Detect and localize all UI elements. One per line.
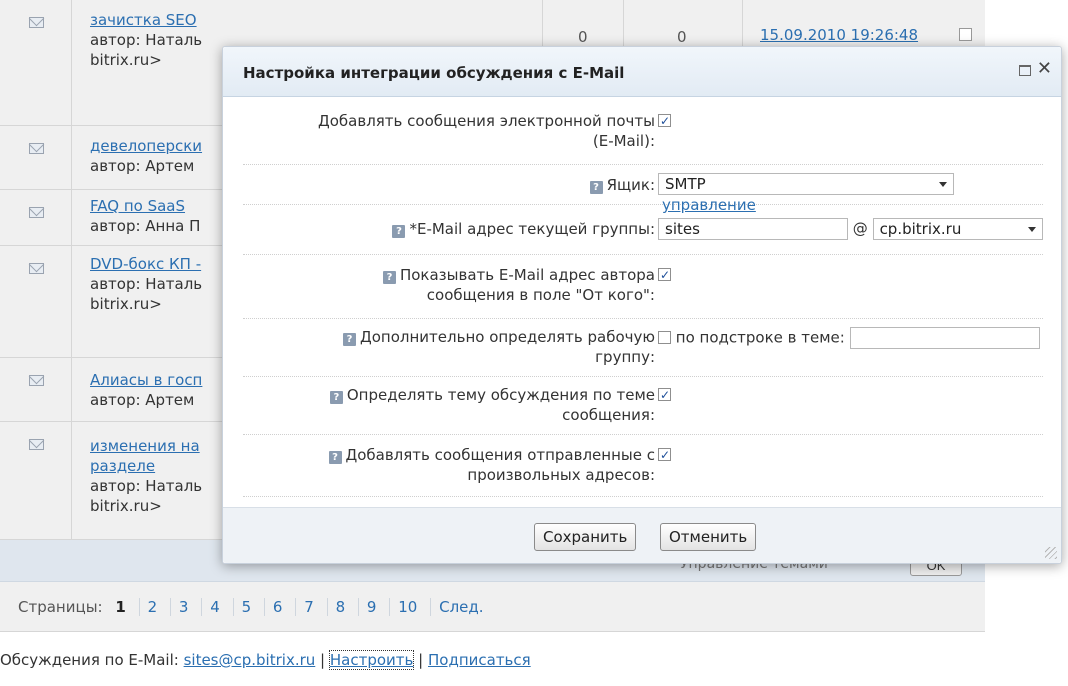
field-label: ? Определять тему обсуждения по теме сооб… [255,385,655,425]
page-link[interactable]: 10 [389,598,426,616]
form-row-detect-topic: ? Определять тему обсуждения по теме сооб… [243,377,1043,435]
dialog-header[interactable]: Настройка интеграции обсуждения с E-Mail… [223,47,1061,97]
topic-icon-cell [0,0,72,125]
next-page-link[interactable]: След. [430,598,492,616]
topic-icon-cell [0,246,72,357]
form-row-show-author: ? Показывать E-Mail адрес автора сообщени… [243,255,1043,319]
substring-label: по подстроке в теме: [675,328,845,347]
field-label: ? Добавлять сообщения отправленные с прои… [255,445,655,485]
email-integration-dialog: Настройка интеграции обсуждения с E-Mail… [222,46,1062,564]
topic-author: автор: Артем [90,157,195,175]
separator: | [320,651,326,669]
group-email-domain-select[interactable]: cp.bitrix.ru [872,218,1043,240]
chevron-down-icon [939,182,947,187]
envelope-icon [29,207,44,218]
maximize-icon[interactable] [1019,65,1031,76]
help-icon[interactable]: ? [392,225,406,238]
email-discussion-line: Обсуждения по E-Mail: sites@cp.bitrix.ru… [0,650,531,670]
topic-author: автор: Анна П [90,217,201,235]
cancel-button[interactable]: Отменить [660,523,757,551]
form-row-detect-group: ? Дополнительно определять рабочую группу… [243,319,1043,377]
email-line-label: Обсуждения по E-Mail: [0,651,179,669]
pagination: Страницы: 1 2 3 4 5 6 7 8 9 10 След. [0,582,985,632]
help-icon[interactable]: ? [382,271,396,284]
mailbox-select[interactable]: SMTP [658,173,954,195]
page-link[interactable]: 3 [169,598,197,616]
topic-author: автор: Наталь [90,477,203,495]
form-row-arbitrary-senders: ? Добавлять сообщения отправленные с прои… [243,435,1043,497]
replies-count: 0 [578,28,588,46]
envelope-icon [29,439,44,450]
field-label: ? *E-Mail адрес текущей группы: [255,219,655,239]
save-button[interactable]: Сохранить [534,523,637,551]
help-icon[interactable]: ? [328,451,342,464]
help-icon[interactable]: ? [589,181,603,194]
topic-icon-cell [0,358,72,421]
subscribe-link[interactable]: Подписаться [428,651,531,669]
page-link[interactable]: 8 [326,598,354,616]
topic-author-extra: bitrix.ru> [90,51,162,69]
envelope-icon [29,143,44,154]
page-link[interactable]: 6 [263,598,291,616]
page-link[interactable]: 2 [138,598,166,616]
topic-link[interactable]: DVD-бокс КП - [90,255,201,273]
topic-link[interactable]: зачистка SEO [90,11,197,29]
chevron-down-icon [1027,227,1036,232]
field-label: ? Дополнительно определять рабочую группу… [255,327,655,367]
envelope-icon [29,375,44,386]
field-label: Добавлять сообщения электронной почты (E… [318,112,655,150]
topic-author-extra: bitrix.ru> [90,295,162,313]
group-email-link[interactable]: sites@cp.bitrix.ru [184,651,316,669]
topic-author: автор: Наталь [90,275,203,293]
topic-link[interactable]: изменения на [90,437,200,455]
envelope-icon [29,263,44,274]
topic-link-line2[interactable]: разделе [90,457,155,475]
substring-input[interactable] [849,327,1040,349]
topic-link[interactable]: девелоперски [90,137,202,155]
dialog-title: Настройка интеграции обсуждения с E-Mail [243,64,625,82]
row-checkbox[interactable] [959,28,972,41]
close-icon[interactable]: ✕ [1037,60,1052,78]
form-row-group-email: ? *E-Mail адрес текущей группы: sites @ c… [243,205,1043,255]
topic-icon-cell [0,422,72,539]
topic-author-extra: bitrix.ru> [90,497,162,515]
at-sign: @ [852,219,868,238]
page-link[interactable]: 7 [295,598,322,616]
topic-icon-cell [0,126,72,189]
page-current: 1 [115,598,126,616]
field-label: ? Показывать E-Mail адрес автора сообщени… [255,265,655,305]
show-author-checkbox[interactable] [658,265,671,285]
add-messages-checkbox[interactable] [658,111,671,131]
pagination-label: Страницы: [18,598,103,616]
topic-link[interactable]: FAQ по SaaS [90,197,185,215]
detect-topic-checkbox[interactable] [658,385,671,405]
views-count: 0 [677,28,687,46]
page-link[interactable]: 5 [232,598,260,616]
configure-link[interactable]: Настроить [328,650,415,670]
help-icon[interactable]: ? [329,391,343,404]
group-email-local-input[interactable]: sites [658,218,848,240]
topic-author: автор: Артем [90,391,195,409]
form-row-mailbox: ? Ящик: SMTP управление [243,165,1043,214]
topic-author: автор: Наталь [90,31,203,49]
topic-icon-cell [0,190,72,245]
help-icon[interactable]: ? [343,333,357,346]
arbitrary-senders-checkbox[interactable] [658,445,671,465]
page-link[interactable]: 4 [201,598,228,616]
separator: | [418,651,424,669]
form-row-add-messages: Добавлять сообщения электронной почты (E… [243,105,1043,165]
dialog-footer: Сохранить Отменить [223,507,1061,563]
envelope-icon [29,17,44,28]
detect-group-checkbox[interactable] [658,330,671,344]
field-label: ? Ящик: [255,175,655,195]
page-link[interactable]: 9 [357,598,385,616]
resize-handle[interactable] [1045,547,1057,559]
last-post-date-link[interactable]: 15.09.2010 19:26:48 [760,26,918,44]
topic-link[interactable]: Алиасы в госп [90,371,202,389]
